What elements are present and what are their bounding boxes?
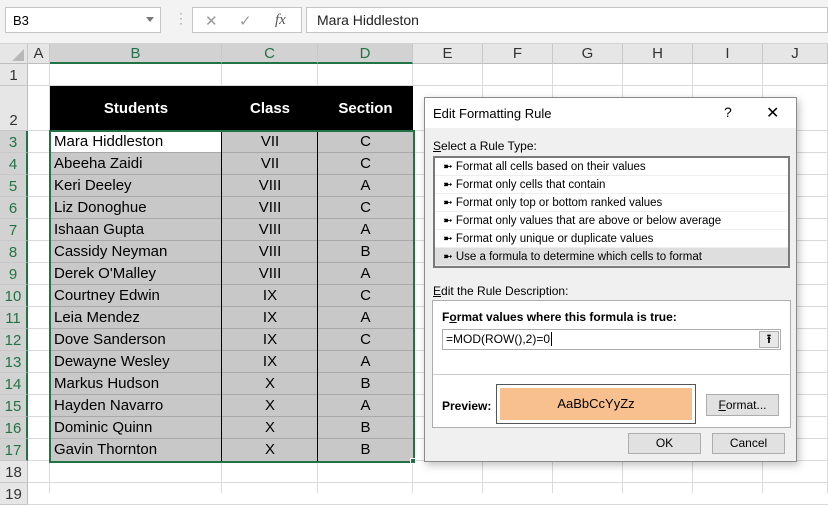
select-all-button[interactable] [0,44,28,64]
column-header-D[interactable]: D [318,44,413,64]
arrow-icon: ➼ [443,215,456,227]
rule-type-label: Format only unique or duplicate values [455,233,654,245]
insert-function-icon[interactable]: fx [275,12,286,29]
row-header-3[interactable]: 3 [0,131,28,153]
formula-label: Format values where this formula is true… [442,310,677,324]
preview-text: AaBbCcYyZz [500,388,692,420]
row-header-15[interactable]: 15 [0,395,28,417]
row-header-1[interactable]: 1 [0,64,28,86]
row-header-14[interactable]: 14 [0,373,28,395]
rule-type-label: Use a formula to determine which cells t… [455,251,702,263]
cancel-icon[interactable]: ✕ [205,12,218,30]
row-header-9[interactable]: 9 [0,263,28,285]
cancel-button[interactable]: Cancel [712,433,785,454]
rule-type-item[interactable]: ➼ Format only top or bottom ranked value… [435,194,788,212]
rule-description-panel: Format values where this formula is true… [432,300,791,428]
close-button[interactable]: ✕ [766,103,779,123]
enter-icon[interactable]: ✓ [239,12,252,30]
column-headers: ABCDEFGHIJ [0,44,828,64]
column-header-E[interactable]: E [413,44,483,64]
column-header-I[interactable]: I [693,44,763,64]
edit-formatting-rule-dialog: Edit Formatting Rule ? ✕ Select a Rule T… [424,97,797,462]
name-box[interactable]: B3 [5,7,161,33]
select-rule-type-label: Select a Rule Type: [433,139,537,153]
row-header-16[interactable]: 16 [0,417,28,439]
arrow-icon: ➼ [443,233,456,245]
column-header-J[interactable]: J [763,44,828,64]
row-header-11[interactable]: 11 [0,307,28,329]
column-header-B[interactable]: B [50,44,222,64]
chevron-down-icon[interactable] [146,17,154,22]
row-header-6[interactable]: 6 [0,197,28,219]
rule-type-item[interactable]: ➼ Format only values that are above or b… [435,212,788,230]
name-box-value: B3 [13,13,29,28]
arrow-icon: ➼ [443,197,456,209]
rule-type-label: Format only cells that contain [455,179,606,191]
rule-type-label: Format only top or bottom ranked values [455,197,663,209]
collapse-dialog-icon[interactable]: ⭱ [759,331,779,348]
dialog-title: Edit Formatting Rule [433,106,552,121]
arrow-icon: ➼ [443,251,456,263]
edit-rule-description-label: Edit the Rule Description: [433,284,569,298]
row-header-8[interactable]: 8 [0,241,28,263]
row-header-17[interactable]: 17 [0,439,28,461]
column-header-G[interactable]: G [553,44,623,64]
preview-box: AaBbCcYyZz [496,384,696,424]
row-header-7[interactable]: 7 [0,219,28,241]
table-header-class[interactable]: Class [222,98,318,120]
column-header-A[interactable]: A [28,44,50,64]
preview-label: Preview: [442,399,492,413]
rule-type-list[interactable]: ➼ Format all cells based on their values… [433,156,790,268]
selection-border [49,130,415,463]
rule-type-label: Format all cells based on their values [455,161,646,173]
row-header-12[interactable]: 12 [0,329,28,351]
row-header-5[interactable]: 5 [0,175,28,197]
table-header-students[interactable]: Students [50,98,222,120]
table-header-section[interactable]: Section [318,98,413,120]
arrow-icon: ➼ [443,179,456,191]
rule-type-item[interactable]: ➼ Use a formula to determine which cells… [435,248,788,266]
rule-type-item[interactable]: ➼ Format only cells that contain [435,176,788,194]
column-header-H[interactable]: H [623,44,693,64]
formula-input[interactable]: =MOD(ROW(),2)=0 ⭱ [442,329,781,350]
row-header-10[interactable]: 10 [0,285,28,307]
format-button[interactable]: Format... [706,394,779,416]
rule-type-label: Format only values that are above or bel… [455,215,722,227]
ok-button[interactable]: OK [628,433,701,454]
row-header-19[interactable]: 19 [0,483,28,505]
column-header-C[interactable]: C [222,44,318,64]
formula-value: =MOD(ROW(),2)=0 [446,332,551,346]
row-header-18[interactable]: 18 [0,461,28,483]
formula-input[interactable]: Mara Hiddleston [306,7,828,33]
row-header-2[interactable]: 2 [0,86,28,131]
help-button[interactable]: ? [724,104,732,120]
rule-type-item[interactable]: ➼ Format all cells based on their values [435,158,788,176]
drag-handle-icon[interactable]: ⋮ [174,10,188,27]
row-header-4[interactable]: 4 [0,153,28,175]
fill-handle[interactable] [410,458,416,464]
gridline [28,482,828,483]
rule-type-item[interactable]: ➼ Format only unique or duplicate values [435,230,788,248]
column-header-F[interactable]: F [483,44,553,64]
formula-buttons: ✕ ✓ fx [192,7,302,33]
row-header-13[interactable]: 13 [0,351,28,373]
arrow-icon: ➼ [443,161,456,173]
